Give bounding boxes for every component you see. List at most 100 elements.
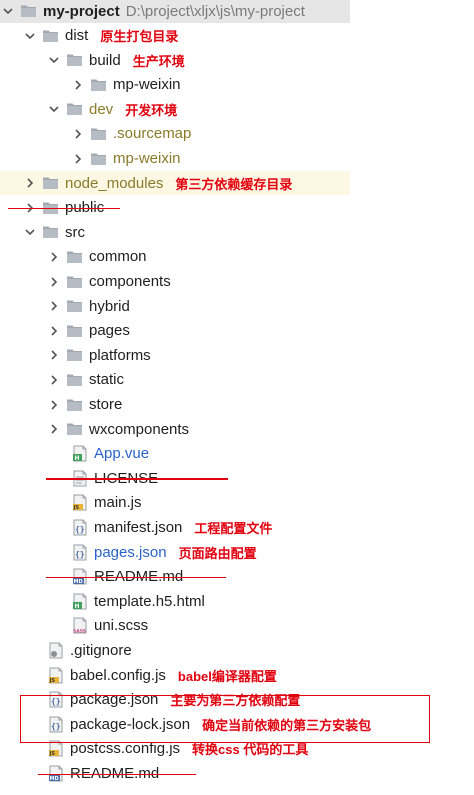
tree-item-label: babel.config.js: [70, 666, 166, 684]
svg-text:{}: {}: [75, 550, 85, 559]
tree-item-gitignore[interactable]: .gitignore: [0, 638, 474, 663]
folder-icon: [90, 78, 107, 92]
tree-item-label: components: [89, 273, 171, 291]
tree-item-static[interactable]: static: [0, 368, 474, 393]
svg-text:JS: JS: [49, 678, 56, 684]
chevron-down-icon[interactable]: [2, 5, 14, 17]
tree-item-sourcemap[interactable]: .sourcemap: [0, 122, 474, 147]
tree-item-label: pages: [89, 322, 130, 340]
tree-item-node-modules[interactable]: node_modules 第三方依赖缓存目录: [0, 170, 350, 196]
gitignore-file-icon: [48, 642, 64, 659]
chevron-right-icon[interactable]: [48, 374, 60, 386]
strike-through-mark: [46, 478, 228, 480]
tree-item-label: build: [89, 51, 121, 69]
chevron-right-icon[interactable]: [48, 325, 60, 337]
sass-file-icon: SASS: [72, 617, 88, 634]
annotation-note: 开发环境: [125, 102, 178, 118]
tree-item-template-h5-html[interactable]: Htemplate.h5.html: [0, 589, 474, 614]
folder-icon: [66, 398, 83, 412]
folder-icon: [66, 348, 83, 362]
strike-through-mark: [46, 576, 226, 579]
chevron-right-icon[interactable]: [72, 79, 84, 91]
svg-text:JS: JS: [73, 506, 80, 512]
annotation-note: 生产环境: [132, 53, 185, 69]
tree-item-platforms[interactable]: platforms: [0, 343, 474, 368]
vue-file-icon: H: [72, 445, 88, 462]
tree-item-manifest-json[interactable]: {} manifest.json 工程配置文件: [0, 515, 474, 540]
tree-item-mp-weixin[interactable]: mp-weixin: [0, 146, 474, 171]
tree-item-label: platforms: [89, 346, 151, 364]
tree-item-label: postcss.config.js: [70, 740, 181, 758]
folder-icon: [42, 176, 59, 190]
tree-item-uni-scss[interactable]: SASS uni.scss: [0, 614, 474, 639]
chevron-right-icon[interactable]: [72, 128, 84, 140]
tree-item-label: dev: [89, 100, 114, 118]
tree-item-components[interactable]: components: [0, 269, 474, 294]
folder-icon: [66, 275, 83, 289]
chevron-right-icon[interactable]: [48, 399, 60, 411]
tree-item-app-vue[interactable]: H App.vue: [0, 442, 474, 467]
tree-item-label: main.js: [94, 494, 142, 512]
svg-text:H: H: [75, 603, 80, 610]
chevron-right-icon[interactable]: [48, 251, 60, 263]
tree-item-label: dist: [65, 27, 89, 45]
folder-icon: [20, 4, 37, 18]
tree-root-row[interactable]: my-project D:\project\xljx\js\my-project: [0, 0, 350, 24]
chevron-down-icon[interactable]: [24, 30, 36, 42]
chevron-right-icon[interactable]: [48, 276, 60, 288]
tree-item-dist[interactable]: dist 原生打包目录: [0, 23, 474, 48]
folder-icon: [66, 102, 83, 116]
chevron-down-icon[interactable]: [24, 226, 36, 238]
tree-item-hybrid[interactable]: hybrid: [0, 294, 474, 319]
tree-item-label: wxcomponents: [89, 420, 190, 438]
tree-item-label: .sourcemap: [113, 125, 192, 143]
tree-item-build[interactable]: build 生产环境: [0, 48, 474, 73]
folder-icon: [66, 299, 83, 313]
svg-text:H: H: [75, 455, 80, 462]
annotation-note: 第三方依赖缓存目录: [175, 176, 293, 192]
tree-item-label: uni.scss: [94, 617, 149, 635]
chevron-down-icon[interactable]: [48, 54, 60, 66]
tree-item-label: manifest.json: [94, 519, 183, 537]
chevron-right-icon[interactable]: [24, 177, 36, 189]
tree-item-label: mp-weixin: [113, 76, 181, 94]
js-file-icon: JS: [48, 667, 64, 684]
chevron-right-icon[interactable]: [72, 153, 84, 165]
chevron-right-icon[interactable]: [48, 423, 60, 435]
tree-item-label: store: [89, 396, 123, 414]
tree-item-label: src: [65, 223, 85, 241]
tree-item-common[interactable]: common: [0, 245, 474, 270]
folder-icon: [90, 152, 107, 166]
tree-item-mp-weixin[interactable]: mp-weixin: [0, 73, 474, 98]
tree-item-label: hybrid: [89, 297, 130, 315]
svg-text:JS: JS: [49, 752, 56, 758]
folder-icon: [42, 29, 59, 43]
folder-icon: [66, 422, 83, 436]
folder-icon: [90, 127, 107, 141]
tree-item-src[interactable]: src: [0, 220, 474, 245]
tree-item-label: .gitignore: [70, 642, 132, 660]
chevron-right-icon[interactable]: [48, 349, 60, 361]
tree-item-wxcomponents[interactable]: wxcomponents: [0, 417, 474, 442]
tree-item-pages-json[interactable]: {} pages.json 页面路由配置: [0, 540, 474, 565]
chevron-right-icon[interactable]: [48, 300, 60, 312]
annotation-note: 工程配置文件: [194, 521, 273, 537]
tree-item-dev[interactable]: dev 开发环境: [0, 97, 474, 122]
tree-item-main-js[interactable]: JS main.js: [0, 491, 474, 516]
tree-item-label: mp-weixin: [113, 150, 181, 168]
annotation-note: 原生打包目录: [100, 29, 179, 45]
project-path: D:\project\xljx\js\my-project: [125, 2, 305, 20]
annotation-note: babel编译器配置: [177, 668, 277, 684]
tree-item-pages[interactable]: pages: [0, 319, 474, 344]
tree-item-store[interactable]: store: [0, 392, 474, 417]
strike-through-mark: [38, 773, 196, 775]
svg-text:SASS: SASS: [73, 629, 86, 635]
tree-item-label: static: [89, 371, 125, 389]
chevron-down-icon[interactable]: [48, 103, 60, 115]
svg-text:{}: {}: [75, 525, 85, 534]
strike-through-mark: [8, 207, 120, 210]
tree-item-label: App.vue: [94, 445, 150, 463]
tree-item-babel-config-js[interactable]: JS babel.config.js babel编译器配置: [0, 663, 474, 688]
svg-text:MD: MD: [74, 579, 83, 585]
js-file-icon: JS: [72, 494, 88, 511]
